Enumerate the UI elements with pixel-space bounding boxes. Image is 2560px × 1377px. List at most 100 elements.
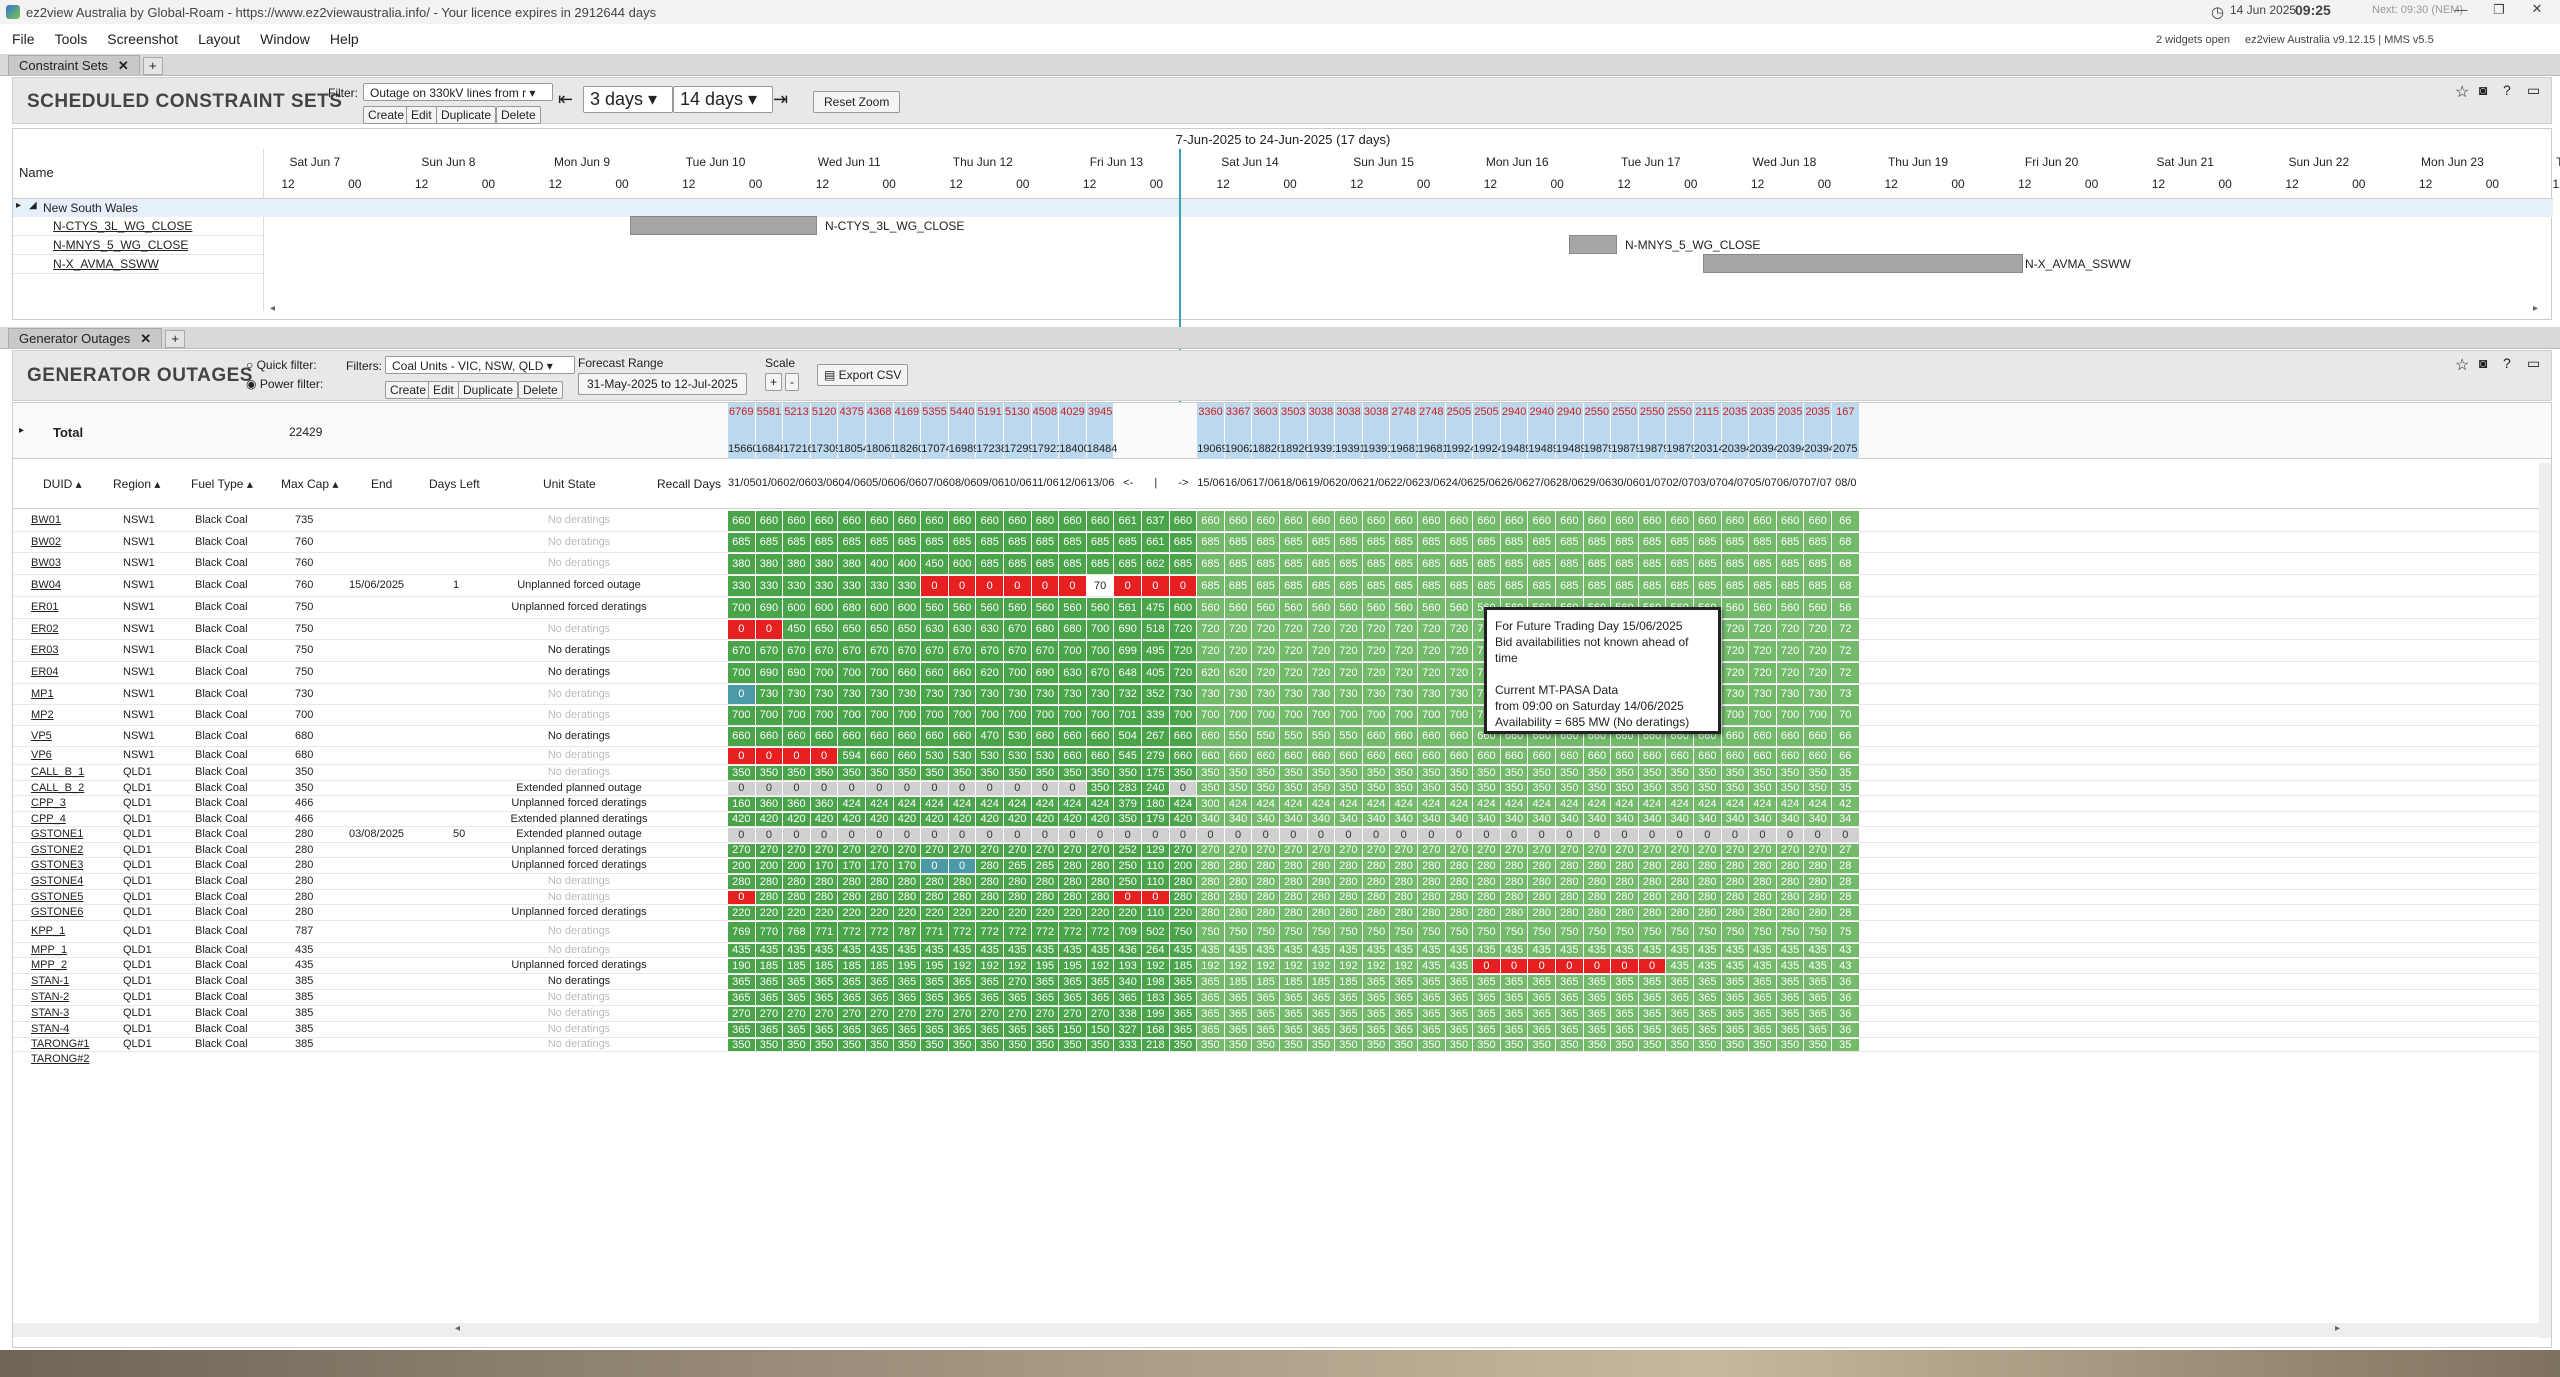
availability-cell[interactable]: 340 <box>1776 813 1804 826</box>
availability-cell[interactable]: 660 <box>1418 511 1445 531</box>
availability-cell[interactable]: 192 <box>1335 959 1362 973</box>
availability-cell[interactable]: 350 <box>1004 766 1031 780</box>
availability-cell[interactable]: 594 <box>838 748 865 764</box>
availability-cell[interactable]: 750 <box>1528 922 1555 942</box>
availability-cell[interactable]: 0 <box>1749 828 1776 842</box>
availability-cell[interactable]: 0 <box>1086 828 1114 842</box>
availability-cell[interactable]: 560 <box>1224 598 1252 618</box>
availability-cell[interactable]: 28 <box>1832 859 1859 873</box>
availability-cell[interactable]: 365 <box>1528 1007 1555 1021</box>
availability-cell[interactable]: 365 <box>1224 1007 1252 1021</box>
availability-cell[interactable]: 0 <box>728 748 755 764</box>
availability-cell[interactable]: 192 <box>1224 959 1252 973</box>
availability-cell[interactable]: 720 <box>1307 620 1335 639</box>
availability-cell[interactable]: 560 <box>1307 598 1335 618</box>
availability-cell[interactable]: 700 <box>1224 706 1252 725</box>
duid-link[interactable]: GSTONE4 <box>31 875 83 887</box>
availability-cell[interactable]: 685 <box>1500 554 1528 574</box>
availability-cell[interactable]: 750 <box>1611 922 1638 942</box>
availability-cell[interactable]: 700 <box>1390 706 1417 725</box>
availability-cell[interactable]: 435 <box>1418 959 1445 973</box>
availability-cell[interactable]: 270 <box>728 1007 755 1021</box>
availability-cell[interactable]: 560 <box>1086 598 1114 618</box>
gantt-item-name[interactable]: N-MNYS_5_WG_CLOSE <box>53 238 188 252</box>
availability-cell[interactable]: 350 <box>1528 1039 1555 1051</box>
duid-link[interactable]: CALL_B_1 <box>31 766 84 778</box>
availability-cell[interactable]: 0 <box>893 782 921 795</box>
availability-cell[interactable]: 365 <box>1638 1023 1666 1037</box>
availability-cell[interactable]: 270 <box>1611 844 1638 857</box>
availability-cell[interactable]: 660 <box>1059 511 1086 531</box>
availability-cell[interactable]: 685 <box>1059 533 1086 552</box>
availability-cell[interactable]: 365 <box>921 975 948 989</box>
availability-cell[interactable]: 220 <box>921 906 948 920</box>
availability-cell[interactable]: 685 <box>1252 533 1279 552</box>
availability-cell[interactable]: 685 <box>1666 576 1693 596</box>
availability-cell[interactable]: 365 <box>1638 1007 1666 1021</box>
availability-cell[interactable]: 435 <box>1169 944 1197 957</box>
availability-cell[interactable]: 270 <box>1086 844 1114 857</box>
availability-cell[interactable]: 365 <box>921 991 948 1005</box>
availability-cell[interactable]: 0 <box>1500 828 1528 842</box>
availability-cell[interactable]: 365 <box>1362 1007 1390 1021</box>
availability-cell[interactable]: 365 <box>1638 975 1666 989</box>
availability-cell[interactable]: 720 <box>1749 641 1776 661</box>
availability-cell[interactable]: 280 <box>1776 891 1804 904</box>
availability-cell[interactable]: 280 <box>1611 859 1638 873</box>
availability-cell[interactable]: 701 <box>1114 706 1141 725</box>
minimize-button[interactable]: — <box>2450 2 2472 17</box>
availability-cell[interactable]: 350 <box>1776 1039 1804 1051</box>
availability-cell[interactable]: 365 <box>838 991 865 1005</box>
availability-cell[interactable]: 685 <box>1390 533 1417 552</box>
availability-cell[interactable]: 365 <box>1583 991 1611 1005</box>
availability-cell[interactable]: 772 <box>1059 922 1086 942</box>
availability-cell[interactable]: 0 <box>1362 828 1390 842</box>
availability-cell[interactable]: 28 <box>1832 906 1859 920</box>
availability-cell[interactable]: 185 <box>783 959 810 973</box>
availability-cell[interactable]: 685 <box>1031 554 1059 574</box>
availability-cell[interactable]: 685 <box>1418 576 1445 596</box>
availability-cell[interactable]: 680 <box>838 598 865 618</box>
availability-cell[interactable]: 220 <box>1086 906 1114 920</box>
availability-cell[interactable]: 350 <box>1390 1039 1417 1051</box>
availability-cell[interactable]: 685 <box>1197 576 1224 596</box>
availability-cell[interactable]: 424 <box>1556 797 1583 811</box>
availability-cell[interactable]: 685 <box>1418 554 1445 574</box>
availability-cell[interactable]: 685 <box>1721 576 1749 596</box>
availability-cell[interactable]: 340 <box>1666 813 1693 826</box>
availability-cell[interactable]: 0 <box>1004 828 1031 842</box>
availability-cell[interactable]: 771 <box>921 922 948 942</box>
availability-cell[interactable]: 280 <box>1335 906 1362 920</box>
availability-cell[interactable]: 435 <box>1804 959 1831 973</box>
availability-cell[interactable]: 420 <box>1004 813 1031 826</box>
availability-cell[interactable]: 685 <box>1611 576 1638 596</box>
availability-cell[interactable]: 700 <box>1004 706 1031 725</box>
availability-cell[interactable]: 420 <box>728 813 755 826</box>
duid-link[interactable]: GSTONE5 <box>31 891 83 903</box>
availability-cell[interactable]: 685 <box>838 533 865 552</box>
availability-cell[interactable]: 424 <box>921 797 948 811</box>
availability-cell[interactable]: 280 <box>1749 906 1776 920</box>
availability-cell[interactable]: 680 <box>1059 620 1086 639</box>
availability-cell[interactable]: 72 <box>1832 620 1859 639</box>
table-row[interactable]: CPP_3 QLD1 Black Coal 466 Unplanned forced d… <box>13 796 2539 812</box>
availability-cell[interactable]: 685 <box>1031 533 1059 552</box>
table-row[interactable]: VP6 NSW1 Black Coal 680 No deratings 0 0 0 0 594 6… <box>13 747 2539 765</box>
duid-link[interactable]: VP6 <box>31 749 52 761</box>
availability-cell[interactable]: 685 <box>1086 554 1114 574</box>
availability-cell[interactable]: 720 <box>1418 620 1445 639</box>
availability-cell[interactable]: 700 <box>1418 706 1445 725</box>
date-column-header[interactable]: 24/06 <box>1446 477 1474 489</box>
availability-cell[interactable]: 720 <box>1804 620 1831 639</box>
availability-cell[interactable]: 280 <box>1390 891 1417 904</box>
duplicate-button[interactable]: Duplicate <box>458 381 519 399</box>
availability-cell[interactable]: 750 <box>1500 922 1528 942</box>
availability-cell[interactable]: 28 <box>1832 891 1859 904</box>
availability-cell[interactable]: 660 <box>893 663 921 683</box>
availability-cell[interactable]: 365 <box>1169 991 1197 1005</box>
duid-link[interactable]: BW03 <box>31 557 61 569</box>
availability-cell[interactable]: 685 <box>1528 576 1555 596</box>
availability-cell[interactable]: 660 <box>1252 748 1279 764</box>
availability-cell[interactable]: 280 <box>1169 875 1197 889</box>
availability-cell[interactable]: 365 <box>1086 975 1114 989</box>
